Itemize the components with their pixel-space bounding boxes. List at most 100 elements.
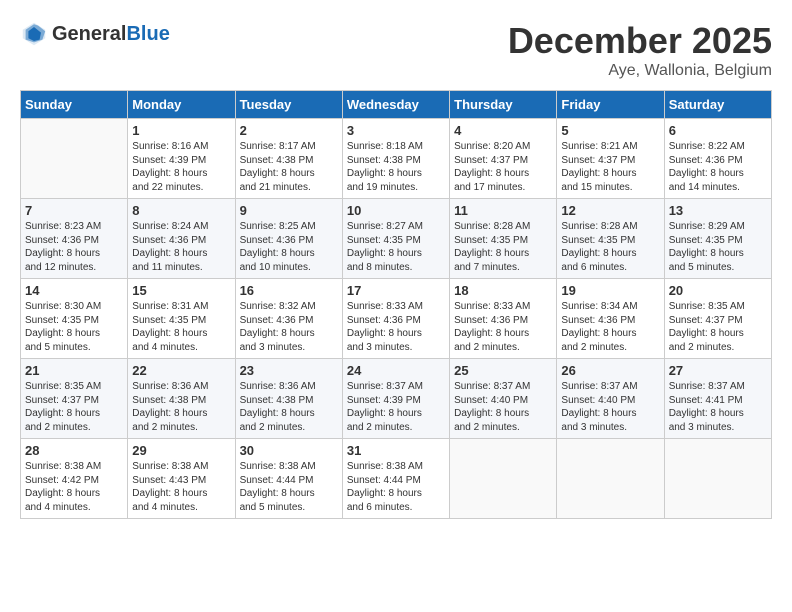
- day-info: Sunrise: 8:33 AM Sunset: 4:36 PM Dayligh…: [347, 300, 445, 354]
- day-info: Sunrise: 8:38 AM Sunset: 4:44 PM Dayligh…: [347, 460, 445, 514]
- calendar-cell: 7Sunrise: 8:23 AM Sunset: 4:36 PM Daylig…: [21, 199, 128, 279]
- day-number: 16: [240, 283, 338, 298]
- day-number: 29: [132, 443, 230, 458]
- day-info: Sunrise: 8:28 AM Sunset: 4:35 PM Dayligh…: [454, 220, 552, 274]
- calendar-cell: 8 Sunrise: 8:24 AM Sunset: 4:36 PM Daylig…: [128, 199, 235, 279]
- day-info: Sunrise: 8:30 AM Sunset: 4:35 PM Dayligh…: [25, 300, 123, 354]
- calendar-cell: 31 Sunrise: 8:38 AM Sunset: 4:44 PM Dayli…: [342, 439, 449, 519]
- calendar-cell: 12 Sunrise: 8:28 AM Sunset: 4:35 PM Dayli…: [557, 199, 664, 279]
- day-number: 3: [347, 123, 445, 138]
- logo: General Blue: [20, 20, 170, 48]
- day-info: Sunrise: 8:20 AM Sunset: 4:37 PM Dayligh…: [454, 140, 552, 194]
- title-section: December 2025 Aye, Wallonia, Belgium: [508, 20, 772, 80]
- calendar-cell: 22Sunrise: 8:36 AM Sunset: 4:38 PM Dayli…: [128, 359, 235, 439]
- day-number: 14: [25, 283, 123, 298]
- calendar-cell: 5Sunrise: 8:21 AM Sunset: 4:37 PM Daylig…: [557, 119, 664, 199]
- day-number: 18: [454, 283, 552, 298]
- calendar-cell: 3 Sunrise: 8:18 AM Sunset: 4:38 PM Daylig…: [342, 119, 449, 199]
- calendar-cell: 23 Sunrise: 8:36 AM Sunset: 4:38 PM Dayli…: [235, 359, 342, 439]
- day-info: Sunrise: 8:28 AM Sunset: 4:35 PM Dayligh…: [561, 220, 659, 274]
- month-title: December 2025: [508, 20, 772, 62]
- day-number: 10: [347, 203, 445, 218]
- day-info: Sunrise: 8:27 AM Sunset: 4:35 PM Dayligh…: [347, 220, 445, 274]
- calendar-cell: 18 Sunrise: 8:33 AM Sunset: 4:36 PM Dayli…: [450, 279, 557, 359]
- day-header-wednesday: Wednesday: [342, 91, 449, 119]
- calendar-cell: 30Sunrise: 8:38 AM Sunset: 4:44 PM Dayli…: [235, 439, 342, 519]
- calendar-cell: 24 Sunrise: 8:37 AM Sunset: 4:39 PM Dayli…: [342, 359, 449, 439]
- day-info: Sunrise: 8:37 AM Sunset: 4:41 PM Dayligh…: [669, 380, 767, 434]
- logo-icon: [20, 20, 48, 48]
- calendar-cell: 9 Sunrise: 8:25 AM Sunset: 4:36 PM Daylig…: [235, 199, 342, 279]
- day-info: Sunrise: 8:17 AM Sunset: 4:38 PM Dayligh…: [240, 140, 338, 194]
- day-number: 24: [347, 363, 445, 378]
- day-info: Sunrise: 8:35 AM Sunset: 4:37 PM Dayligh…: [669, 300, 767, 354]
- day-header-friday: Friday: [557, 91, 664, 119]
- day-info: Sunrise: 8:33 AM Sunset: 4:36 PM Dayligh…: [454, 300, 552, 354]
- day-number: 9: [240, 203, 338, 218]
- calendar-cell: [21, 119, 128, 199]
- day-number: 23: [240, 363, 338, 378]
- calendar-cell: 26 Sunrise: 8:37 AM Sunset: 4:40 PM Dayli…: [557, 359, 664, 439]
- day-info: Sunrise: 8:24 AM Sunset: 4:36 PM Dayligh…: [132, 220, 230, 274]
- calendar-cell: [450, 439, 557, 519]
- calendar-cell: 17Sunrise: 8:33 AM Sunset: 4:36 PM Dayli…: [342, 279, 449, 359]
- day-number: 6: [669, 123, 767, 138]
- day-number: 30: [240, 443, 338, 458]
- calendar-week-row: 7Sunrise: 8:23 AM Sunset: 4:36 PM Daylig…: [21, 199, 772, 279]
- page-header: General Blue December 2025 Aye, Wallonia…: [20, 20, 772, 80]
- calendar-cell: 29 Sunrise: 8:38 AM Sunset: 4:43 PM Dayli…: [128, 439, 235, 519]
- day-number: 28: [25, 443, 123, 458]
- day-header-monday: Monday: [128, 91, 235, 119]
- day-number: 19: [561, 283, 659, 298]
- day-info: Sunrise: 8:22 AM Sunset: 4:36 PM Dayligh…: [669, 140, 767, 194]
- day-number: 25: [454, 363, 552, 378]
- day-header-saturday: Saturday: [664, 91, 771, 119]
- calendar-cell: 1 Sunrise: 8:16 AM Sunset: 4:39 PM Daylig…: [128, 119, 235, 199]
- day-number: 20: [669, 283, 767, 298]
- day-number: 21: [25, 363, 123, 378]
- day-header-thursday: Thursday: [450, 91, 557, 119]
- logo-general: General: [52, 24, 126, 44]
- day-info: Sunrise: 8:35 AM Sunset: 4:37 PM Dayligh…: [25, 380, 123, 434]
- calendar-week-row: 21 Sunrise: 8:35 AM Sunset: 4:37 PM Dayli…: [21, 359, 772, 439]
- calendar-cell: 16Sunrise: 8:32 AM Sunset: 4:36 PM Dayli…: [235, 279, 342, 359]
- day-number: 11: [454, 203, 552, 218]
- calendar-cell: 27 Sunrise: 8:37 AM Sunset: 4:41 PM Dayli…: [664, 359, 771, 439]
- day-info: Sunrise: 8:29 AM Sunset: 4:35 PM Dayligh…: [669, 220, 767, 274]
- day-number: 12: [561, 203, 659, 218]
- day-number: 26: [561, 363, 659, 378]
- calendar-cell: 10 Sunrise: 8:27 AM Sunset: 4:35 PM Dayli…: [342, 199, 449, 279]
- calendar-cell: 20 Sunrise: 8:35 AM Sunset: 4:37 PM Dayli…: [664, 279, 771, 359]
- location-title: Aye, Wallonia, Belgium: [508, 62, 772, 80]
- logo-text: General Blue: [52, 24, 170, 44]
- day-number: 7: [25, 203, 123, 218]
- day-headers-row: SundayMondayTuesdayWednesdayThursdayFrid…: [21, 91, 772, 119]
- calendar-cell: 4 Sunrise: 8:20 AM Sunset: 4:37 PM Daylig…: [450, 119, 557, 199]
- day-number: 4: [454, 123, 552, 138]
- calendar-week-row: 1 Sunrise: 8:16 AM Sunset: 4:39 PM Daylig…: [21, 119, 772, 199]
- day-number: 1: [132, 123, 230, 138]
- day-info: Sunrise: 8:38 AM Sunset: 4:43 PM Dayligh…: [132, 460, 230, 514]
- day-info: Sunrise: 8:18 AM Sunset: 4:38 PM Dayligh…: [347, 140, 445, 194]
- calendar-cell: 13 Sunrise: 8:29 AM Sunset: 4:35 PM Dayli…: [664, 199, 771, 279]
- day-info: Sunrise: 8:36 AM Sunset: 4:38 PM Dayligh…: [240, 380, 338, 434]
- day-number: 31: [347, 443, 445, 458]
- day-number: 8: [132, 203, 230, 218]
- calendar-cell: 6 Sunrise: 8:22 AM Sunset: 4:36 PM Daylig…: [664, 119, 771, 199]
- calendar-cell: 11 Sunrise: 8:28 AM Sunset: 4:35 PM Dayli…: [450, 199, 557, 279]
- calendar-cell: 15Sunrise: 8:31 AM Sunset: 4:35 PM Dayli…: [128, 279, 235, 359]
- logo-blue: Blue: [126, 24, 169, 44]
- calendar-cell: [664, 439, 771, 519]
- day-info: Sunrise: 8:37 AM Sunset: 4:40 PM Dayligh…: [561, 380, 659, 434]
- day-info: Sunrise: 8:16 AM Sunset: 4:39 PM Dayligh…: [132, 140, 230, 194]
- day-number: 27: [669, 363, 767, 378]
- day-info: Sunrise: 8:37 AM Sunset: 4:39 PM Dayligh…: [347, 380, 445, 434]
- calendar-cell: 2Sunrise: 8:17 AM Sunset: 4:38 PM Daylig…: [235, 119, 342, 199]
- calendar-table: SundayMondayTuesdayWednesdayThursdayFrid…: [20, 90, 772, 519]
- day-header-sunday: Sunday: [21, 91, 128, 119]
- calendar-cell: 25Sunrise: 8:37 AM Sunset: 4:40 PM Dayli…: [450, 359, 557, 439]
- calendar-week-row: 14 Sunrise: 8:30 AM Sunset: 4:35 PM Dayli…: [21, 279, 772, 359]
- day-info: Sunrise: 8:25 AM Sunset: 4:36 PM Dayligh…: [240, 220, 338, 274]
- calendar-cell: 21 Sunrise: 8:35 AM Sunset: 4:37 PM Dayli…: [21, 359, 128, 439]
- day-number: 13: [669, 203, 767, 218]
